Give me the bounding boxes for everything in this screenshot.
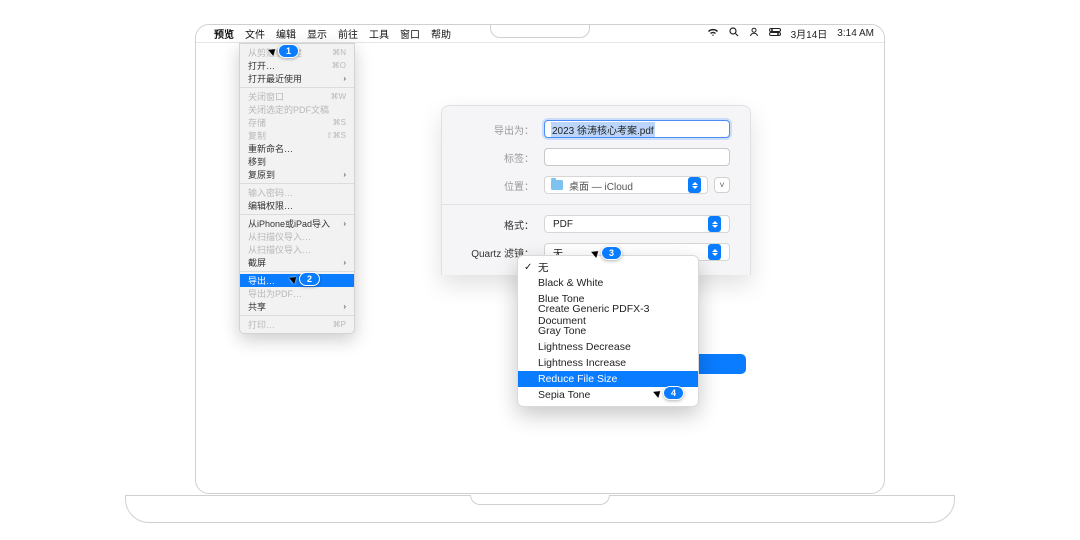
step-callout-3: 3 xyxy=(593,246,622,260)
updown-caret-icon xyxy=(708,216,721,232)
location-label: 位置： xyxy=(462,178,534,193)
menu-go[interactable]: 前往 xyxy=(338,26,358,41)
file-menu-item: 从扫描仪导入… xyxy=(240,243,354,256)
shortcut-label: ⌘P xyxy=(333,320,346,329)
step-callout-2: 2 xyxy=(291,272,320,286)
filter-option[interactable]: Lightness Increase xyxy=(518,355,698,371)
cursor-icon xyxy=(653,388,663,398)
filter-option[interactable]: Reduce File Size xyxy=(518,371,698,387)
location-dropdown[interactable]: 桌面 — iCloud xyxy=(544,176,708,194)
shortcut-label: ⌘S xyxy=(333,118,346,127)
file-menu-item[interactable]: 编辑权限… xyxy=(240,199,354,212)
app-name[interactable]: 预览 xyxy=(214,26,234,41)
shortcut-label: ⌘N xyxy=(332,48,346,57)
wifi-icon[interactable] xyxy=(707,28,719,40)
cursor-icon xyxy=(289,274,299,284)
cursor-icon xyxy=(591,248,601,258)
step-callout-4: 4 xyxy=(655,386,684,400)
file-menu-item: 输入密码… xyxy=(240,186,354,199)
menu-help[interactable]: 帮助 xyxy=(431,26,451,41)
filter-option[interactable]: Black & White xyxy=(518,275,698,291)
updown-caret-icon xyxy=(688,177,701,193)
menu-file[interactable]: 文件 xyxy=(245,26,265,41)
cursor-icon xyxy=(268,46,278,56)
filter-option[interactable]: ✓无 xyxy=(518,259,698,275)
file-menu-item: 从扫描仪导入… xyxy=(240,230,354,243)
menu-window[interactable]: 窗口 xyxy=(400,26,420,41)
spotlight-icon[interactable] xyxy=(729,27,739,40)
filter-option[interactable]: Gray Tone xyxy=(518,323,698,339)
menu-edit[interactable]: 编辑 xyxy=(276,26,296,41)
step-callout-1: 1 xyxy=(270,44,299,58)
tags-label: 标签： xyxy=(462,150,534,165)
file-menu-item: 打印…⌘P xyxy=(240,318,354,331)
submenu-arrow-icon: › xyxy=(343,170,346,179)
export-as-label: 导出为： xyxy=(462,122,534,137)
expand-location-button[interactable]: ˅ xyxy=(714,177,730,193)
control-center-icon[interactable] xyxy=(769,28,781,39)
menubar-time[interactable]: 3:14 AM xyxy=(837,28,874,39)
submenu-arrow-icon: › xyxy=(343,258,346,267)
export-filename-input[interactable]: 2023 徐涛核心考案.pdf xyxy=(544,120,730,138)
laptop-trackpad-notch xyxy=(470,495,610,505)
menubar-date[interactable]: 3月14日 xyxy=(791,26,828,41)
folder-icon xyxy=(551,180,563,190)
submenu-arrow-icon: › xyxy=(343,302,346,311)
filter-option[interactable]: Lightness Decrease xyxy=(518,339,698,355)
shortcut-label: ⌘W xyxy=(330,92,346,101)
file-menu-item[interactable]: 打开最近使用› xyxy=(240,72,354,85)
submenu-arrow-icon: › xyxy=(343,219,346,228)
format-dropdown[interactable]: PDF xyxy=(544,215,730,233)
laptop-notch xyxy=(490,24,590,38)
location-value: 桌面 — iCloud xyxy=(569,178,633,193)
menu-separator xyxy=(240,183,354,184)
filter-option[interactable]: Create Generic PDFX-3 Document xyxy=(518,307,698,323)
menu-view[interactable]: 显示 xyxy=(307,26,327,41)
file-menu-item[interactable]: 从iPhone或iPad导入› xyxy=(240,217,354,230)
format-label: 格式： xyxy=(462,217,534,232)
sheet-separator xyxy=(442,204,750,205)
file-menu-item: 关闭窗口⌘W xyxy=(240,90,354,103)
menu-separator xyxy=(240,315,354,316)
submenu-arrow-icon: › xyxy=(343,74,346,83)
checkmark-icon: ✓ xyxy=(524,262,532,273)
file-menu-item[interactable]: 复原到› xyxy=(240,168,354,181)
laptop-screen: 预览 文件 编辑 显示 前往 工具 窗口 帮助 3月14日 3:14 AM 从剪… xyxy=(195,24,885,494)
laptop-base xyxy=(125,495,955,523)
menu-separator xyxy=(240,87,354,88)
quartz-filter-list: ✓无Black & WhiteBlue ToneCreate Generic P… xyxy=(517,255,699,407)
file-menu-item[interactable]: 移到 xyxy=(240,155,354,168)
shortcut-label: ⌘O xyxy=(332,61,346,70)
tags-input[interactable] xyxy=(544,148,730,166)
file-menu-item: 存储⌘S xyxy=(240,116,354,129)
menu-separator xyxy=(240,214,354,215)
file-menu-item[interactable]: 重新命名… xyxy=(240,142,354,155)
file-menu-dropdown: 从剪贴板新建⌘N打开…⌘O打开最近使用›关闭窗口⌘W关闭选定的PDF文稿存储⌘S… xyxy=(239,43,355,334)
file-menu-item[interactable]: 共享› xyxy=(240,300,354,313)
file-menu-item[interactable]: 打开…⌘O xyxy=(240,59,354,72)
user-icon[interactable] xyxy=(749,27,759,40)
file-menu-item: 导出为PDF… xyxy=(240,287,354,300)
shortcut-label: ⇧⌘S xyxy=(326,131,346,140)
file-menu-item[interactable]: 截屏› xyxy=(240,256,354,269)
updown-caret-icon xyxy=(708,244,721,260)
file-menu-item: 复制⇧⌘S xyxy=(240,129,354,142)
menu-tools[interactable]: 工具 xyxy=(369,26,389,41)
file-menu-item: 关闭选定的PDF文稿 xyxy=(240,103,354,116)
